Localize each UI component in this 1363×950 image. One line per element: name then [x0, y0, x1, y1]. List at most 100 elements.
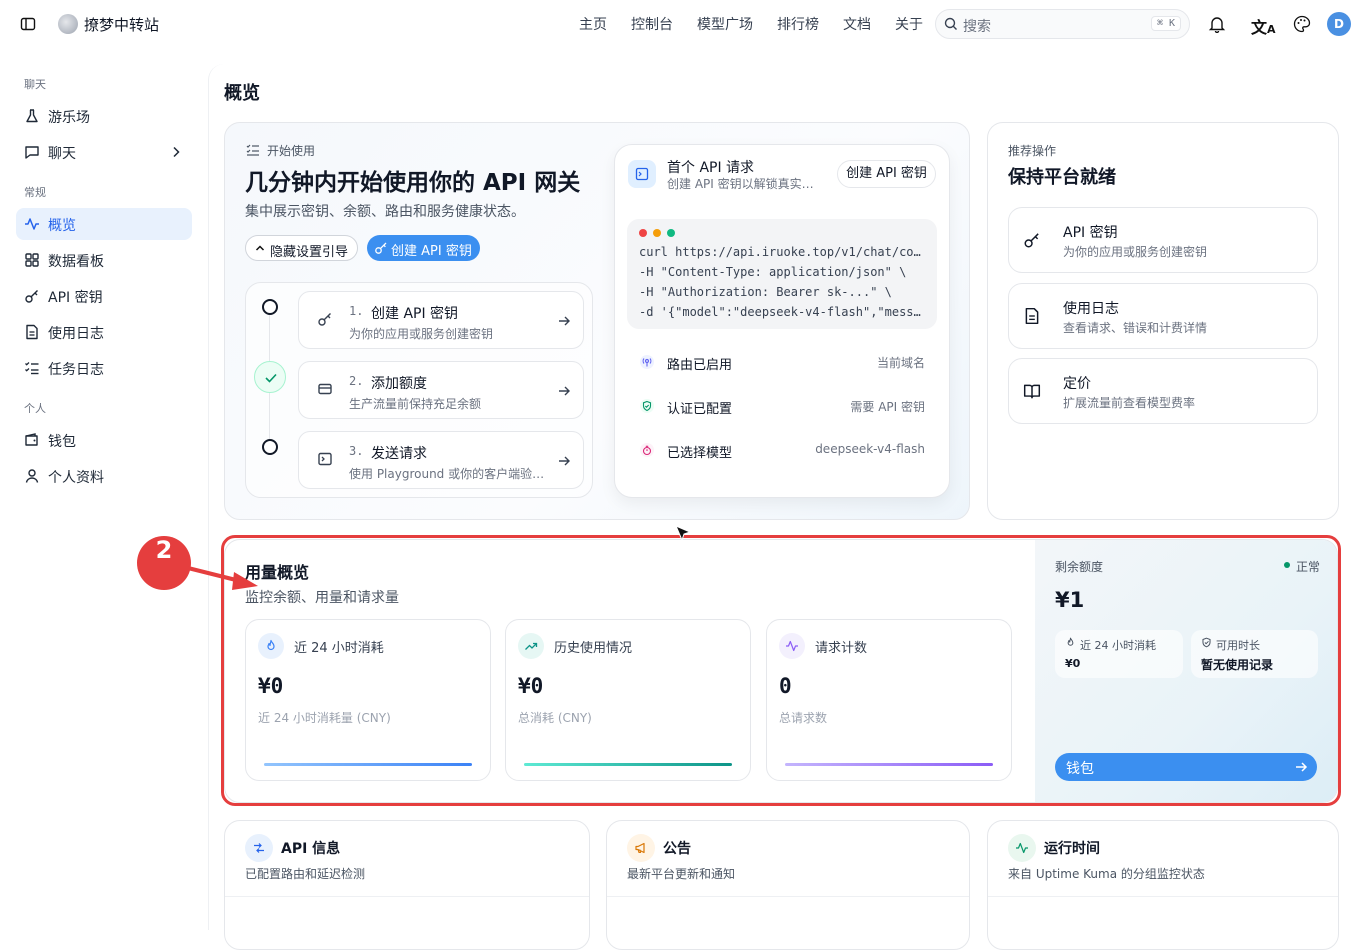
- bell-icon[interactable]: [1208, 15, 1226, 33]
- status-model: 已选择模型 deepseek-v4-flash: [627, 432, 937, 468]
- first-request-desc: 创建 API 密钥以解锁真实…: [667, 177, 814, 191]
- step-number: 2.: [349, 374, 364, 388]
- arrow-right-icon: [557, 384, 571, 398]
- sidebar-group-general: 常规: [24, 186, 46, 199]
- flask-icon: [24, 108, 40, 124]
- hide-guide-label: 隐藏设置引导: [270, 245, 349, 260]
- status-routing: 路由已启用 当前域名: [627, 344, 937, 380]
- search-input[interactable]: 搜索 ⌘ K: [935, 9, 1190, 39]
- step-add-credits[interactable]: 2. 添加额度 生产流量前保持充足余额: [298, 361, 584, 419]
- book-open-icon: [1023, 382, 1041, 400]
- shield-check-icon: [639, 398, 655, 414]
- announcement-card: [606, 820, 970, 950]
- api-info-title: API 信息: [281, 841, 341, 857]
- step-1-status-circle: [262, 299, 278, 315]
- card-divider: [988, 896, 1338, 897]
- annotation-number: 2: [155, 536, 173, 564]
- code-line: curl https://api.iruoke.top/v1/chat/co…: [639, 245, 921, 259]
- sidebar-item-chat[interactable]: 聊天: [16, 136, 192, 168]
- create-api-key-label: 创建 API 密钥: [391, 244, 472, 259]
- recommended-item-api-keys[interactable]: API 密钥 为你的应用或服务创建密钥: [1008, 207, 1318, 273]
- code-line: -d '{"model":"deepseek-v4-flash","mess…: [639, 305, 921, 319]
- window-dot-red: [639, 229, 647, 237]
- sidebar-item-api-keys[interactable]: API 密钥: [16, 280, 192, 312]
- sidebar-item-playground[interactable]: 游乐场: [16, 100, 192, 132]
- status-label: 路由已启用: [667, 358, 733, 373]
- step-desc: 生产流量前保持充足余额: [349, 397, 482, 411]
- sidebar-group-chat: 聊天: [24, 78, 46, 91]
- translate-icon[interactable]: 文A: [1251, 14, 1276, 38]
- nav-console[interactable]: 控制台: [631, 14, 673, 34]
- terminal-icon: [628, 160, 656, 188]
- annotation-badge: 2: [137, 536, 191, 590]
- step-send-request[interactable]: 3. 发送请求 使用 Playground 或你的客户端验…: [298, 431, 584, 489]
- sidebar-item-overview[interactable]: 概览: [16, 208, 192, 240]
- search-placeholder: 搜索: [963, 19, 991, 35]
- avatar[interactable]: D: [1327, 12, 1351, 36]
- sidebar: 聊天 游乐场 聊天 常规 概览 数据看板 API 密钥 使用日志 任务日志 个人…: [0, 48, 208, 936]
- file-text-icon: [24, 324, 40, 340]
- hide-guide-button[interactable]: 隐藏设置引导: [245, 235, 358, 261]
- sidebar-item-usage-logs[interactable]: 使用日志: [16, 316, 192, 348]
- recommended-item-title: API 密钥: [1063, 225, 1118, 241]
- uptime-title: 运行时间: [1044, 841, 1100, 857]
- wallet-icon: [24, 432, 40, 448]
- sidebar-item-wallet[interactable]: 钱包: [16, 424, 192, 456]
- recommended-item-pricing[interactable]: 定价 扩展流量前查看模型费率: [1008, 358, 1318, 424]
- step-create-key[interactable]: 1. 创建 API 密钥 为你的应用或服务创建密钥: [298, 291, 584, 349]
- sidebar-item-label: 数据看板: [48, 254, 104, 270]
- sidebar-group-personal: 个人: [24, 402, 46, 415]
- sidebar-item-task-logs[interactable]: 任务日志: [16, 352, 192, 384]
- announcement-title: 公告: [663, 841, 691, 857]
- nav-models[interactable]: 模型广场: [697, 14, 753, 34]
- key-icon: [1023, 231, 1041, 249]
- step-number: 3.: [349, 444, 364, 458]
- create-api-key-button[interactable]: 创建 API 密钥: [367, 235, 480, 261]
- step-title: 添加额度: [371, 376, 427, 392]
- sidebar-item-label: 钱包: [48, 434, 76, 450]
- card-divider: [225, 896, 589, 897]
- check-icon: [264, 372, 278, 384]
- nav-docs[interactable]: 文档: [843, 14, 871, 34]
- activity-icon: [1008, 834, 1036, 862]
- window-dot-yellow: [653, 229, 661, 237]
- top-header: 撩梦中转站 主页 控制台 模型广场 排行榜 文档 关于 搜索 ⌘ K 文A D: [0, 0, 1363, 48]
- arrow-right-icon: [557, 314, 571, 328]
- sidebar-item-label: 个人资料: [48, 470, 104, 486]
- first-request-title: 首个 API 请求: [667, 160, 755, 176]
- search-shortcut: ⌘ K: [1150, 16, 1181, 31]
- getting-started-heading: 几分钟内开始使用你的 API 网关: [245, 170, 581, 196]
- code-snippet: curl https://api.iruoke.top/v1/chat/co… …: [627, 219, 937, 329]
- nav-about[interactable]: 关于: [895, 14, 923, 34]
- status-auth: 认证已配置 需要 API 密钥: [627, 388, 937, 424]
- terminal-icon: [317, 451, 333, 467]
- sidebar-toggle-icon[interactable]: [20, 16, 36, 32]
- recommended-heading: 保持平台就绪: [1008, 167, 1116, 188]
- api-info-card: [224, 820, 590, 950]
- first-request-create-key-button[interactable]: 创建 API 密钥: [837, 160, 936, 188]
- site-logo[interactable]: [58, 14, 78, 34]
- nav-home[interactable]: 主页: [579, 14, 607, 34]
- step-title: 创建 API 密钥: [371, 306, 459, 322]
- annotation-arrow: [186, 560, 266, 590]
- api-info-desc: 已配置路由和延迟检测: [245, 867, 366, 881]
- arrow-right-icon: [557, 454, 571, 468]
- sidebar-item-profile[interactable]: 个人资料: [16, 460, 192, 492]
- step-2-done-badge: [254, 361, 286, 393]
- key-icon: [24, 288, 40, 304]
- palette-icon[interactable]: [1293, 15, 1311, 33]
- sidebar-item-dashboard[interactable]: 数据看板: [16, 244, 192, 276]
- chevron-up-icon: [255, 244, 265, 252]
- recommended-item-usage-logs[interactable]: 使用日志 查看请求、错误和计费详情: [1008, 283, 1318, 349]
- file-text-icon: [1023, 307, 1041, 325]
- key-icon: [374, 241, 388, 255]
- recommended-item-title: 使用日志: [1063, 301, 1119, 317]
- status-value: 当前域名: [876, 356, 925, 370]
- site-name[interactable]: 撩梦中转站: [84, 14, 159, 35]
- credit-card-icon: [317, 381, 333, 397]
- timer-icon: [639, 442, 655, 458]
- getting-started-subtitle: 集中展示密钥、余额、路由和服务健康状态。: [245, 204, 525, 220]
- nav-ranking[interactable]: 排行榜: [777, 14, 819, 34]
- sidebar-item-label: 概览: [48, 218, 76, 234]
- list-check-icon: [24, 360, 40, 376]
